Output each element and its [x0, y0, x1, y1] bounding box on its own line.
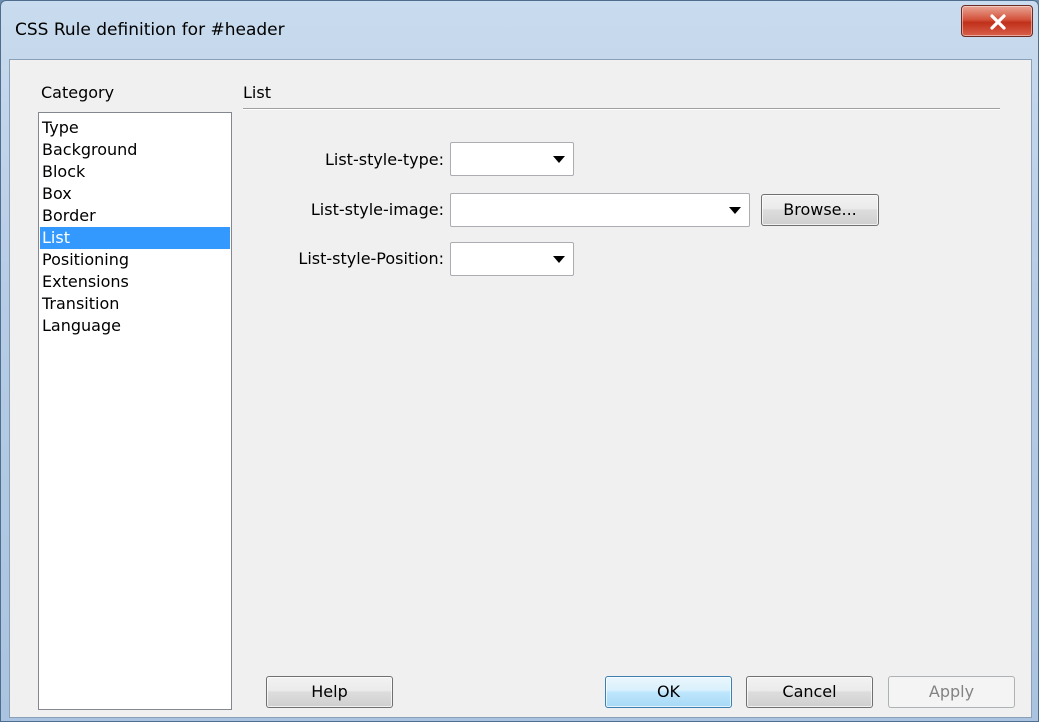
list-style-type-label: List-style-type:	[324, 150, 444, 169]
title-bar[interactable]: CSS Rule definition for #header	[1, 1, 1038, 59]
window-title: CSS Rule definition for #header	[15, 20, 285, 40]
browse-button[interactable]: Browse...	[761, 194, 879, 226]
category-item-positioning[interactable]: Positioning	[40, 249, 230, 271]
chevron-down-icon	[729, 207, 741, 214]
list-style-position-label: List-style-Position:	[298, 249, 444, 268]
ok-button[interactable]: OK	[605, 676, 732, 708]
dialog-body: Category Type Background Block Box Borde…	[9, 59, 1032, 718]
close-button[interactable]	[961, 5, 1033, 37]
section-title: List	[243, 83, 271, 102]
dialog-window: CSS Rule definition for #header Category…	[0, 0, 1039, 722]
category-item-list[interactable]: List	[40, 227, 230, 249]
category-list[interactable]: Type Background Block Box Border List Po…	[38, 112, 232, 710]
apply-button[interactable]: Apply	[888, 676, 1015, 708]
category-item-block[interactable]: Block	[40, 161, 230, 183]
category-item-box[interactable]: Box	[40, 183, 230, 205]
list-style-position-select[interactable]	[450, 242, 574, 276]
category-item-transition[interactable]: Transition	[40, 293, 230, 315]
cancel-button[interactable]: Cancel	[746, 676, 873, 708]
section-divider	[243, 108, 1000, 110]
category-item-background[interactable]: Background	[40, 139, 230, 161]
category-item-extensions[interactable]: Extensions	[40, 271, 230, 293]
close-icon	[990, 14, 1006, 30]
category-item-language[interactable]: Language	[40, 315, 230, 337]
chevron-down-icon	[553, 256, 565, 263]
list-style-image-combo[interactable]	[450, 193, 750, 227]
help-button[interactable]: Help	[266, 676, 393, 708]
category-label: Category	[41, 83, 115, 102]
category-item-border[interactable]: Border	[40, 205, 230, 227]
list-style-type-select[interactable]	[450, 142, 574, 176]
chevron-down-icon	[553, 156, 565, 163]
list-style-image-label: List-style-image:	[310, 200, 444, 219]
category-item-type[interactable]: Type	[40, 117, 230, 139]
